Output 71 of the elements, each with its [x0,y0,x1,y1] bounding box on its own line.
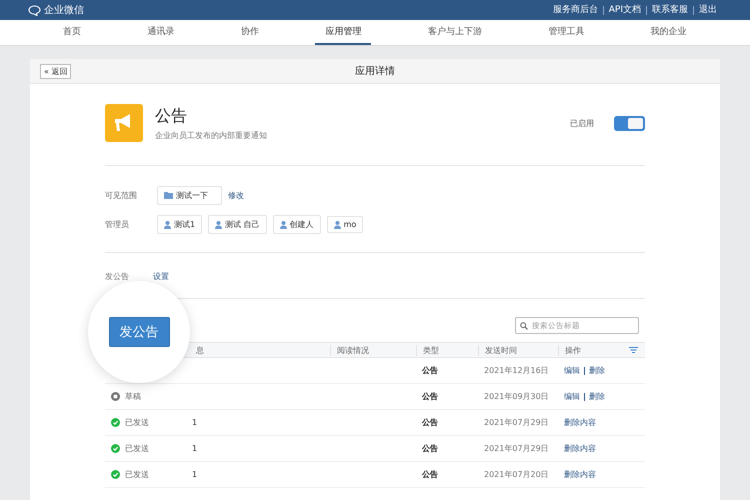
app-name: 公告 [155,106,188,126]
folder-icon [164,192,173,199]
card-title: 应用详情 [355,64,395,78]
nav-tab[interactable]: 协作 [231,20,270,45]
column-header: 发送时间 [478,344,558,356]
time-cell-text: 2021年07月20日 [483,469,550,480]
column-header: 操作 [558,344,622,356]
status-cell: 已发送 [105,417,180,428]
person-icon [215,220,222,228]
department-chip: 测试一下 [157,186,222,205]
column-header: 阅读情况 [330,344,416,356]
column-header: 息 [195,344,205,356]
admin-chip: 创建人 [272,215,321,234]
settings-link[interactable]: 设置 [153,271,169,282]
back-button[interactable]: « 返回 [40,64,72,79]
nav-tab[interactable]: 客户与上下游 [418,20,492,45]
action-link[interactable]: 删除 [589,365,605,376]
app-description: 企业向员工发布的内部重要通知 [155,130,268,140]
field-label: 可见范围 [105,190,138,201]
status-label: 已启用 [570,118,594,128]
search-icon [520,322,528,330]
filter-icon[interactable] [629,347,638,353]
header-link[interactable]: 退出 [693,6,722,14]
action-link[interactable]: 删除 [589,391,605,402]
chat-bubble-icon [28,4,41,16]
time-cell-text: 2021年12月16日 [483,365,550,376]
type-cell-text: 公告 [421,469,439,480]
nav-tab[interactable]: 我的企业 [640,20,697,45]
person-icon [280,220,287,228]
admin-chip: mo [326,216,364,233]
column-header: 类型 [416,344,478,356]
time-cell-text: 2021年07月29日 [483,443,550,454]
admin-chip: 测试 自己 [208,215,267,234]
megaphone-icon [105,104,143,142]
time-cell-text: 2021年09月30日 [483,391,550,402]
person-icon [164,220,171,228]
message-cell-text: 1 [191,470,198,479]
edit-link[interactable]: 修改 [228,190,244,201]
action-link[interactable]: 删除内容 [564,443,596,454]
status-cell: 已发送 [105,469,180,480]
type-cell-text: 公告 [421,443,439,454]
status-cell: 已发送 [105,443,180,454]
header-link[interactable]: 联系客服 [646,6,693,14]
status-cell: 草稿 [105,391,180,402]
publish-button[interactable]: 发公告 [108,317,170,347]
type-cell-text: 公告 [421,391,439,402]
header-link[interactable]: API文档 [602,6,646,14]
message-cell-text: 1 [191,418,198,427]
nav-tab[interactable]: 首页 [53,20,92,45]
action-link[interactable]: 删除内容 [564,417,596,428]
type-cell-text: 公告 [421,417,439,428]
type-cell-text: 公告 [421,365,439,376]
nav-tab[interactable]: 通讯录 [138,20,185,45]
field-label: 发公告 [105,271,129,282]
time-cell-text: 2021年07月29日 [483,417,550,428]
logo-text: 企业微信 [44,4,84,17]
person-icon [334,220,341,228]
nav-tab[interactable]: 应用管理 [315,20,372,45]
check-circle-icon [111,444,120,453]
message-cell-text: 1 [191,444,198,453]
field-label: 管理员 [105,219,130,230]
admin-chip: 测试1 [157,215,202,234]
nav-tab[interactable]: 管理工具 [538,20,594,45]
check-circle-icon [111,418,120,427]
draft-status-icon [111,392,120,401]
check-circle-icon [111,470,120,479]
header-link[interactable]: 服务商后台 [548,6,603,14]
enable-toggle[interactable] [614,116,645,130]
action-link[interactable]: 编辑 [564,365,580,376]
action-link[interactable]: 编辑 [564,391,580,402]
action-link[interactable]: 删除内容 [564,469,596,480]
